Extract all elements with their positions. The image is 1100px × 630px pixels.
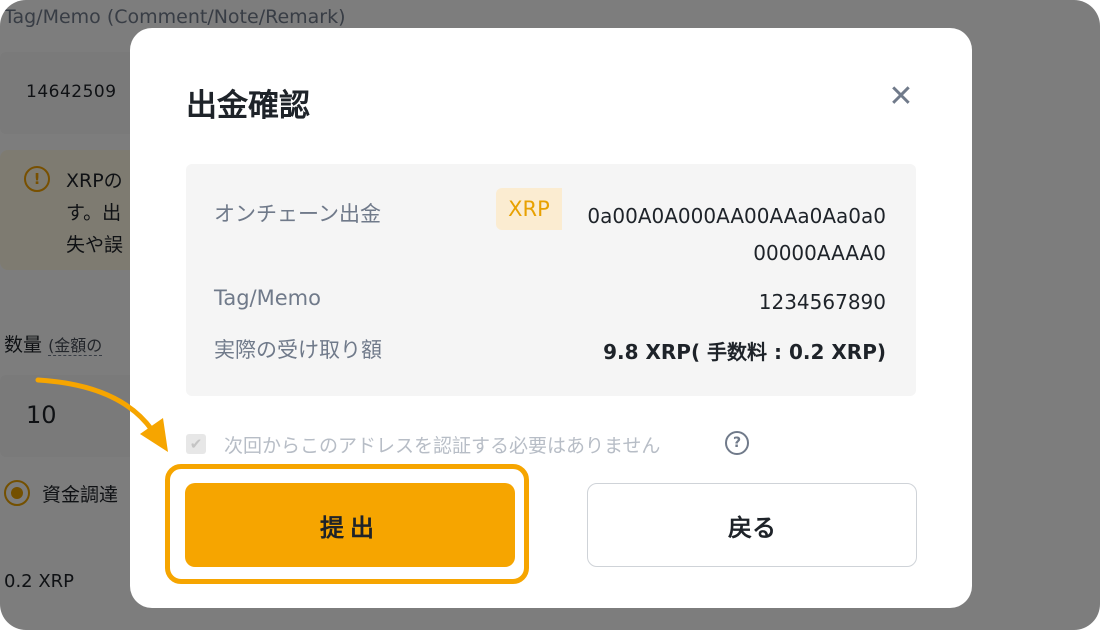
screenshot-frame: Tag/Memo (Comment/Note/Remark) 14642509 …: [0, 0, 1100, 630]
pointer-arrow-icon: [35, 377, 168, 452]
